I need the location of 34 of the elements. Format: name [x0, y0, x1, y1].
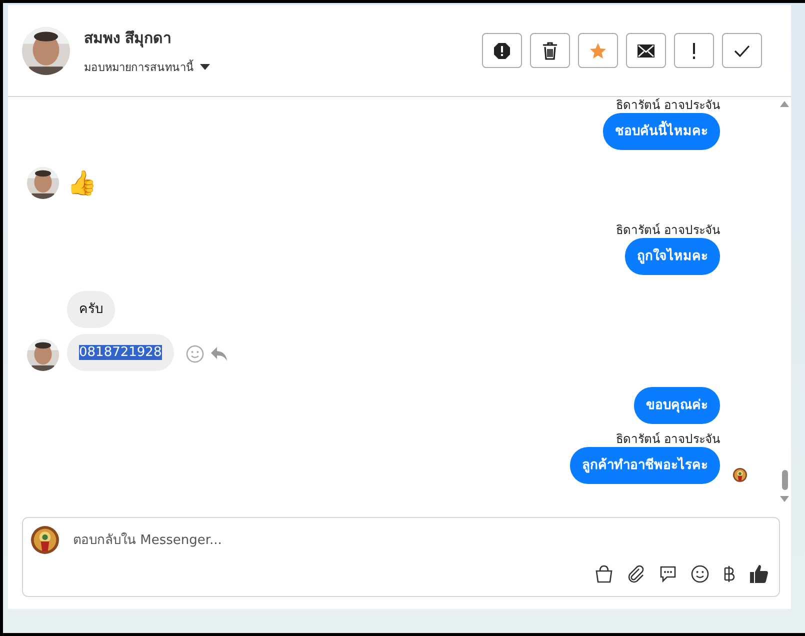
alert-icon: [493, 42, 511, 60]
chat-bubble-icon[interactable]: [659, 565, 677, 583]
envelope-icon: [637, 44, 655, 58]
sender-name: ธิดารัตน์ อาจประจัน: [616, 223, 720, 238]
sender-name: ธิดารัตน์ อาจประจัน: [616, 432, 720, 447]
message-bubble: ลูกค้าทำอาชีพอะไรคะ: [570, 447, 720, 484]
caret-icon: [200, 64, 210, 70]
scrollbar-thumb[interactable]: [782, 470, 788, 490]
reply-icon[interactable]: [210, 346, 228, 362]
message-bubble: 0818721928: [67, 334, 174, 371]
paperclip-icon[interactable]: [627, 565, 645, 583]
message-bubble: ชอบคันนี้ไหมคะ: [603, 113, 720, 150]
scroll-down-icon[interactable]: [780, 496, 789, 502]
shopping-bag-icon[interactable]: [595, 565, 613, 583]
star-button[interactable]: [578, 33, 618, 68]
thumbs-up-icon[interactable]: [749, 564, 769, 584]
contact-name: สมพง สึมุกดา: [84, 28, 172, 50]
thumbs-up-emoji: 👍: [67, 168, 97, 199]
assign-dropdown[interactable]: มอบหมายการสนทนานี้: [84, 58, 210, 76]
check-icon: [734, 44, 750, 56]
message-bubble: ถูกใจไหมคะ: [625, 238, 720, 275]
mark-unread-button[interactable]: [626, 33, 666, 68]
smiley-icon[interactable]: [691, 565, 709, 583]
exclamation-icon: [692, 42, 696, 58]
message-bubble: ขอบคุณค่ะ: [634, 387, 720, 424]
delete-button[interactable]: [530, 33, 570, 68]
done-button[interactable]: [722, 33, 762, 68]
star-icon: [589, 42, 607, 60]
scroll-up-icon[interactable]: [780, 101, 789, 107]
report-button[interactable]: [482, 33, 522, 68]
trash-icon: [542, 42, 558, 60]
sender-name: ธิดารัตน์ อาจประจัน: [616, 98, 720, 113]
message-bubble: ครับ: [67, 291, 115, 328]
baht-icon[interactable]: [723, 565, 735, 583]
